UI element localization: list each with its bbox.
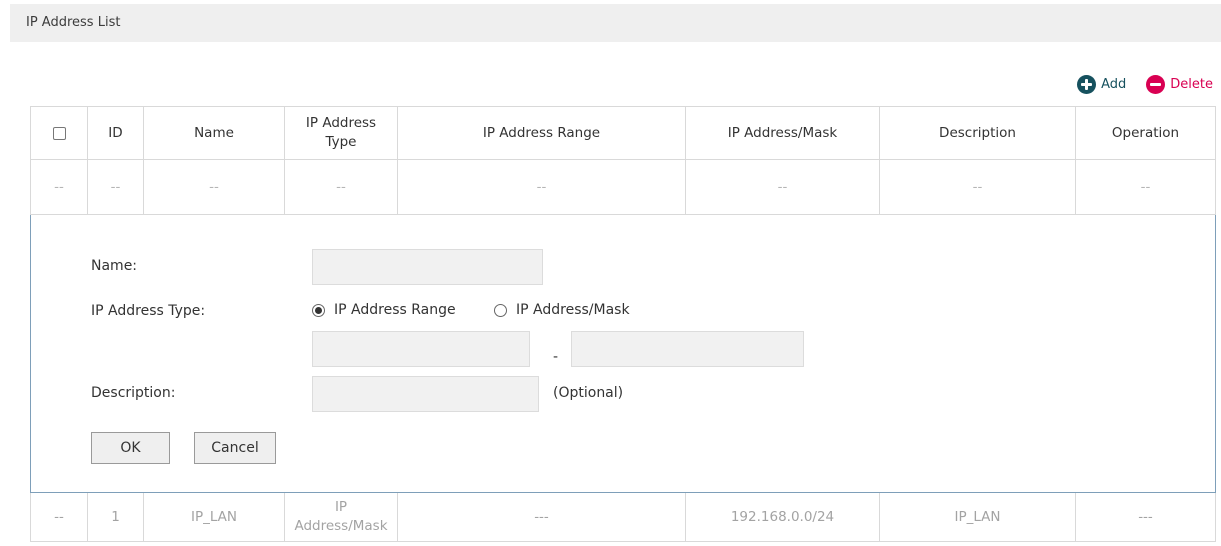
- radio-ip-address-range[interactable]: IP Address Range: [312, 302, 456, 318]
- description-label: Description:: [91, 385, 176, 401]
- table-row-new: -- -- -- -- -- -- -- --: [30, 159, 1216, 215]
- table-cell: --: [685, 159, 880, 215]
- name-input[interactable]: [312, 249, 543, 285]
- range-end-input[interactable]: [571, 331, 804, 367]
- table-cell-range: ---: [397, 492, 686, 542]
- select-all-checkbox[interactable]: [52, 126, 66, 140]
- table-cell-description: IP_LAN: [879, 492, 1076, 542]
- name-label: Name:: [91, 258, 138, 274]
- add-label: Add: [1101, 76, 1127, 92]
- table-cell: --: [143, 159, 285, 215]
- radio-unselected-icon[interactable]: [494, 303, 507, 317]
- table-cell: --: [284, 159, 398, 215]
- table-cell: --: [397, 159, 686, 215]
- add-button[interactable]: Add: [1077, 74, 1127, 94]
- column-header-type-line1: IP Address: [305, 115, 377, 131]
- minus-circle-icon: [1146, 74, 1166, 94]
- range-separator: -: [553, 349, 559, 365]
- ip-address-type-label: IP Address Type:: [91, 303, 206, 319]
- table-cell-type-line2: Address/Mask: [294, 518, 388, 534]
- column-header-name: Name: [143, 106, 285, 160]
- delete-button[interactable]: Delete: [1146, 74, 1213, 94]
- table-toolbar: Add Delete: [1077, 74, 1213, 94]
- table-cell-type: IP Address/Mask: [284, 492, 398, 542]
- edit-form-row: Name: IP Address Type: IP Address Range …: [30, 214, 1216, 493]
- table-cell-mask: 192.168.0.0/24: [685, 492, 880, 542]
- ok-button[interactable]: OK: [91, 432, 170, 464]
- table-cell-check: --: [30, 492, 88, 542]
- column-header-ip-address-range: IP Address Range: [397, 106, 686, 160]
- table-cell-name: IP_LAN: [143, 492, 285, 542]
- table-cell: --: [30, 159, 88, 215]
- plus-circle-icon: [1077, 74, 1097, 94]
- table-cell-type-line1: IP: [334, 499, 348, 515]
- table-row[interactable]: -- 1 IP_LAN IP Address/Mask --- 192.168.…: [30, 492, 1216, 542]
- select-all-cell[interactable]: [30, 106, 88, 160]
- column-header-ip-address-type: IP Address Type: [284, 106, 398, 160]
- radio-ip-address-mask-label: IP Address/Mask: [516, 302, 630, 318]
- edit-form: Name: IP Address Type: IP Address Range …: [31, 215, 1215, 491]
- description-input[interactable]: [312, 376, 539, 412]
- section-title: IP Address List: [10, 4, 1221, 42]
- range-start-input[interactable]: [312, 331, 530, 367]
- column-header-description: Description: [879, 106, 1076, 160]
- radio-ip-address-range-label: IP Address Range: [334, 302, 456, 318]
- description-optional-hint: (Optional): [553, 385, 624, 401]
- column-header-ip-address-mask: IP Address/Mask: [685, 106, 880, 160]
- table-cell-operation: ---: [1075, 492, 1216, 542]
- radio-ip-address-mask[interactable]: IP Address/Mask: [494, 302, 630, 318]
- table-cell: --: [1075, 159, 1216, 215]
- table-cell-id: 1: [87, 492, 144, 542]
- table-cell: --: [87, 159, 144, 215]
- cancel-button[interactable]: Cancel: [194, 432, 276, 464]
- edit-form-cell: Name: IP Address Type: IP Address Range …: [30, 214, 1216, 493]
- radio-selected-icon[interactable]: [312, 303, 325, 317]
- ip-address-table: ID Name IP Address Type IP Address Range…: [30, 106, 1216, 542]
- table-cell: --: [879, 159, 1076, 215]
- column-header-operation: Operation: [1075, 106, 1216, 160]
- column-header-id: ID: [87, 106, 144, 160]
- column-header-type-line2: Type: [325, 134, 357, 150]
- delete-label: Delete: [1170, 76, 1213, 92]
- table-header-row: ID Name IP Address Type IP Address Range…: [30, 106, 1216, 160]
